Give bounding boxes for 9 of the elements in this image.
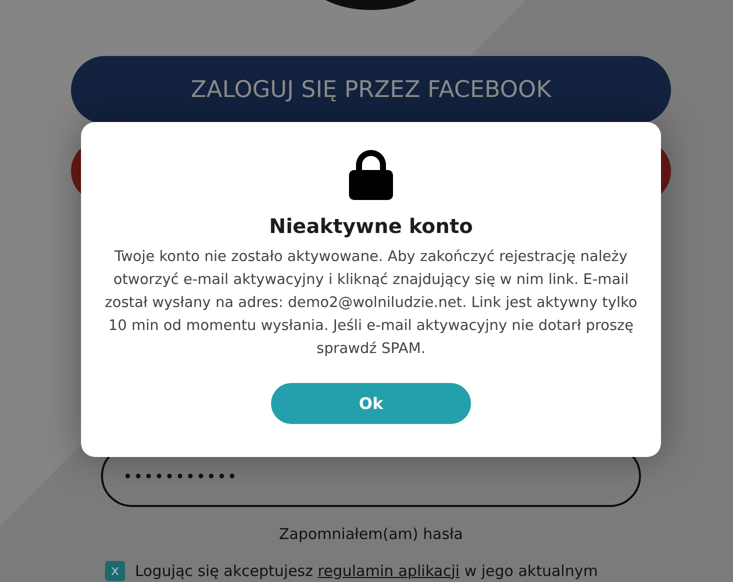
lock-icon [349,150,393,200]
facebook-login-button[interactable]: ZALOGUJ SIĘ PRZEZ FACEBOOK [71,56,671,124]
ok-button[interactable]: Ok [271,383,471,424]
terms-checkbox[interactable]: x [105,560,125,581]
terms-text: Logując się akceptujesz regulamin aplikacji w jego aktualnym [135,560,598,582]
dialog-message: Twoje konto nie zostało aktywowane. Aby zakończyć rejestrację należy otworzyć e-mail aktywacyjny i kliknąć znajdujący się w nim link. E-mail został wysłany na adres: demo2@wolniludzie.net. Link jest aktywny tylko 10 min od momentu wysłania. Jeśli e-mail aktywacyjny nie dotarł proszę sprawdź SPAM. [104,248,638,359]
dialog-title: Nieaktywne konto [269,214,473,238]
forgot-password-link[interactable]: Zapomniałem(am) hasła [279,523,463,546]
terms-link[interactable]: regulamin aplikacji [318,562,460,580]
